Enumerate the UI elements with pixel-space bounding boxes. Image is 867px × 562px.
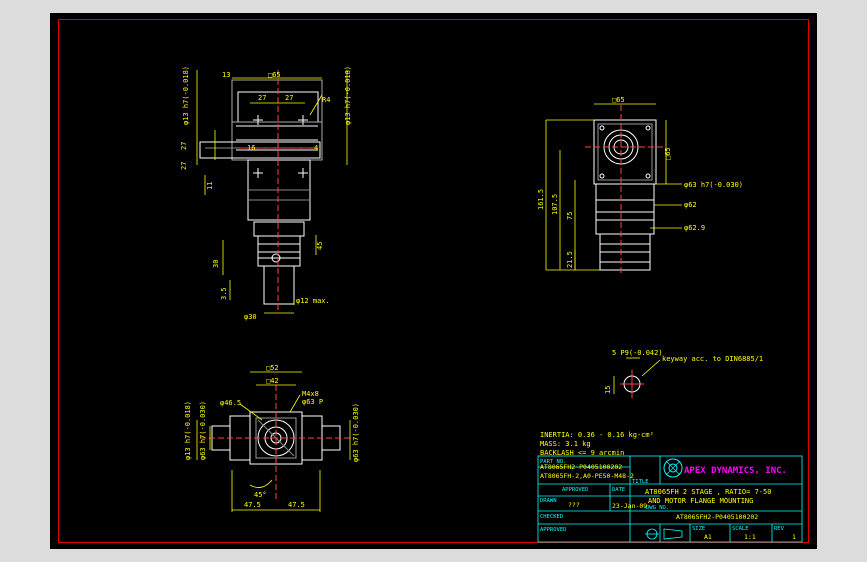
dim-front-27a: 27 [258, 94, 266, 102]
spec-mass: MASS: 3.1 kg [540, 440, 591, 448]
dim-side-right: □65 [664, 147, 672, 160]
specs-block: INERTIA: 0.36 - 0.16 kg-cm² MASS: 3.1 kg… [540, 431, 654, 457]
approved-label: APPROVED [562, 487, 589, 493]
partno-1: AT8065FH2-P0405100202 [540, 463, 622, 471]
dim-bottom-angle: 45° [254, 491, 267, 499]
title-label: TITLE [632, 479, 649, 485]
dim-front-12max: φ12 max. [296, 297, 330, 305]
dim-bottom-475b: 47.5 [288, 501, 305, 509]
dim-bottom-left2: φ63 h7(-0.030) [199, 401, 207, 460]
dwg-label: DWG NO. [646, 505, 669, 511]
title-block-text: PART NO. AT8065FH2-P0405100202 AT8065FH-… [540, 459, 796, 541]
drawn-value: ??? [568, 501, 580, 509]
dim-front-35: 3.5 [220, 287, 228, 300]
dim-side-top: □65 [612, 96, 625, 104]
dim-front-dia13-right: φ13 h7(-0.018) [344, 66, 352, 125]
keyway-note: keyway acc. to DIN6885/1 [662, 355, 763, 363]
dim-front-l27b: 27 [180, 162, 188, 170]
keyway-detail: 5 P9(-0.042) keyway acc. to DIN6885/1 15 [604, 349, 763, 398]
spec-inertia: INERTIA: 0.36 - 0.16 kg-cm² [540, 431, 654, 439]
dim-side-dia62: φ62 [684, 201, 697, 209]
front-view-dims [196, 70, 348, 314]
rev-label: REV [774, 526, 785, 532]
size-value: A1 [704, 533, 712, 541]
cad-drawing: □65 13 27 27 R4 16 4 φ13 h7(-0.018) φ13 … [180, 66, 803, 543]
dim-bottom-475a: 47.5 [244, 501, 261, 509]
dim-bottom-dia63: φ63 P [302, 398, 323, 406]
dim-side-dia63: φ63 h7(-0.030) [684, 181, 743, 189]
company-logo [663, 458, 683, 478]
scale-value: 1:1 [744, 533, 756, 541]
size-label: SIZE [692, 526, 705, 532]
dim-front-dia30: φ30 [244, 313, 257, 321]
drawn-label: DRAWN [540, 498, 557, 504]
dim-keyway-15: 15 [604, 386, 612, 394]
scale-label: SCALE [732, 526, 749, 532]
partno-2: AT8065FH-2,A0-PE50-M48-2 [540, 472, 634, 480]
checked-label: CHECKED [540, 514, 563, 520]
dim-side-161: 161.5 [537, 189, 545, 210]
dim-bottom-left: φ13 h7(-0.018) [184, 401, 192, 460]
dim-front-30: 30 [212, 260, 220, 268]
front-view-labels: □65 13 27 27 R4 16 4 φ13 h7(-0.018) φ13 … [180, 66, 352, 321]
date-value: 23-Jan-09 [612, 502, 647, 510]
dim-side-21: 21.5 [566, 251, 574, 268]
dim-bottom-dia46: φ46.5 [220, 399, 241, 407]
dim-side-75: 75 [566, 212, 574, 220]
dim-bottom-52: □52 [266, 364, 279, 372]
side-view [585, 105, 665, 275]
projection-symbol [645, 528, 683, 540]
side-view-labels: □65 □65 161.5 107.5 75 21.5 φ63 h7(-0.03… [537, 96, 743, 268]
dim-bottom-m4: M4x8 [302, 390, 319, 398]
front-view [199, 70, 323, 312]
dim-front-top: □65 [268, 71, 281, 79]
title-line-1: AT8065FH 2 STAGE , RATIO= 7-50 [645, 488, 771, 496]
dim-bottom-right: φ63 h7(-0.030) [352, 403, 360, 462]
dim-side-dia629: φ62.9 [684, 224, 705, 232]
dim-side-107: 107.5 [551, 194, 559, 215]
dim-front-27b: 27 [285, 94, 293, 102]
side-view-dims [545, 103, 682, 271]
dim-front-dia13-left: φ13 h7(-0.018) [182, 66, 190, 125]
dim-front-11: 11 [206, 182, 214, 190]
approved2-label: APPROVED [540, 527, 567, 533]
dim-keyway-5p9: 5 P9(-0.042) [612, 349, 663, 357]
dim-front-r4: R4 [322, 96, 330, 104]
dim-front-45: 45 [316, 242, 324, 250]
dim-front-4: 4 [314, 144, 318, 152]
dim-front-13: 13 [222, 71, 230, 79]
dwg-value: AT8065FH2-P0405100202 [676, 513, 758, 521]
dim-bottom-42: □42 [266, 377, 279, 385]
date-label: DATE [612, 487, 625, 493]
rev-value: 1 [792, 533, 796, 541]
title-line-2: AND MOTOR FLANGE MOUNTING [648, 497, 753, 505]
company-name: APEX DYNAMICS, INC. [684, 466, 787, 476]
dim-front-l27a: 27 [180, 142, 188, 150]
dim-front-16: 16 [247, 144, 255, 152]
